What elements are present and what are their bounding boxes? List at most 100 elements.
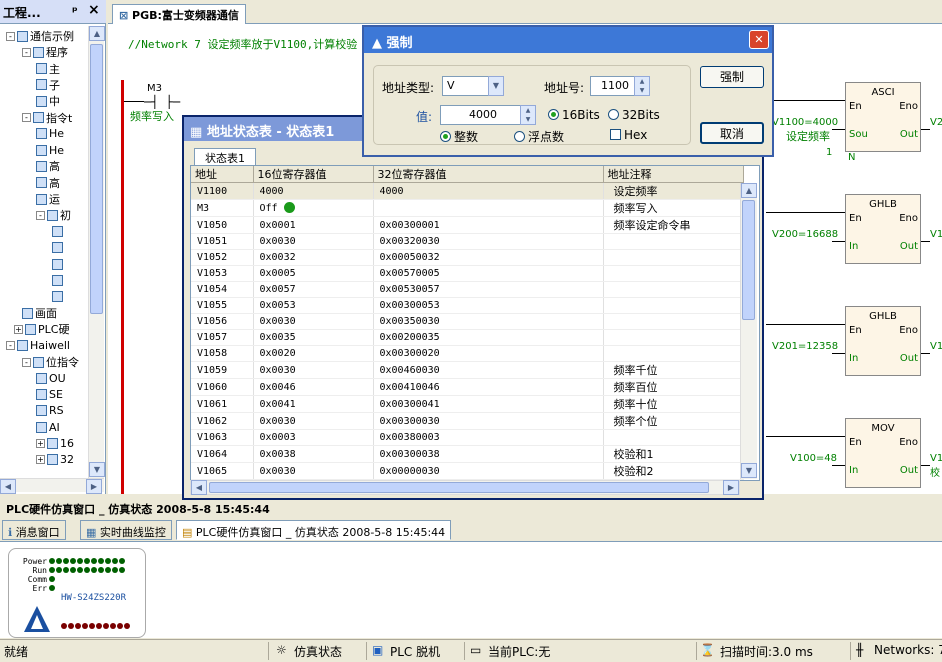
scroll-down-icon[interactable]: ▼	[89, 462, 105, 477]
scroll-right-icon[interactable]: ▶	[723, 480, 739, 495]
col-comment[interactable]: 地址注释	[603, 166, 744, 183]
tree-item[interactable]: RS	[36, 404, 64, 418]
pin-icon[interactable]: ᵖ	[72, 4, 78, 18]
project-tree-vscroll[interactable]: ▲ ▼	[88, 26, 105, 478]
tree-item[interactable]: - 指令t	[22, 111, 72, 125]
table-row[interactable]: V1061 0x0041 0x00300041 频率十位	[191, 395, 744, 413]
table-row[interactable]: V1051 0x0030 0x00320030	[191, 233, 744, 250]
tree-item[interactable]: -初	[36, 208, 71, 222]
tree-item[interactable]: 高	[36, 176, 60, 190]
close-button[interactable]: ✕	[749, 30, 769, 49]
function-block-ghlb[interactable]: GHLB En Eno In Out	[845, 306, 921, 376]
function-block-ghlb[interactable]: GHLB En Eno In Out	[845, 194, 921, 264]
table-row[interactable]: V1062 0x0030 0x00300030 频率个位	[191, 412, 744, 430]
table-row[interactable]: M3 Off 频率写入	[191, 199, 744, 217]
scroll-right-icon[interactable]: ▶	[86, 479, 102, 494]
col-32bit[interactable]: 32位寄存器值	[373, 166, 604, 183]
table-row[interactable]: V1060 0x0046 0x00410046 频率百位	[191, 378, 744, 396]
radio-integer[interactable]: 整数	[440, 128, 478, 145]
col-address[interactable]: 地址	[191, 166, 254, 183]
tree-item[interactable]	[52, 274, 65, 288]
tree-item[interactable]	[52, 290, 65, 304]
function-block-asci[interactable]: ASCI En Eno Sou Out	[845, 82, 921, 152]
table-row[interactable]: V1063 0x0003 0x00380003	[191, 429, 744, 446]
scroll-up-icon[interactable]: ▲	[89, 26, 105, 41]
tab-message-window[interactable]: ℹ 消息窗口	[2, 520, 66, 540]
close-icon[interactable]: ×	[88, 2, 100, 18]
tree-item[interactable]: + PLC硬	[14, 322, 69, 336]
tree-item[interactable]: 子	[36, 78, 60, 92]
expand-icon[interactable]: +	[36, 455, 45, 465]
tree-item[interactable]: SE	[36, 388, 63, 402]
tree-item[interactable]: OU	[36, 371, 66, 385]
addr-no-input[interactable]: 1100	[590, 76, 640, 96]
address-table-hscroll[interactable]: ◀ ▶	[190, 480, 740, 495]
scroll-thumb[interactable]	[90, 44, 103, 314]
scroll-thumb[interactable]	[209, 482, 709, 493]
table-row[interactable]: V1050 0x0001 0x00300001 频率设定命令串	[191, 216, 744, 234]
expand-icon[interactable]: +	[14, 324, 23, 334]
radio-float[interactable]: 浮点数	[514, 128, 564, 145]
scroll-down-icon[interactable]: ▼	[741, 463, 757, 478]
tree-item[interactable]: - 通信示例	[6, 29, 74, 43]
table-row[interactable]: V1054 0x0057 0x00530057	[191, 281, 744, 298]
cancel-button[interactable]: 取消	[700, 122, 764, 144]
addr-no-spinner[interactable]: ▲ ▼	[634, 76, 650, 96]
scroll-up-icon[interactable]: ▲	[741, 183, 757, 198]
radio-32bits[interactable]: 32Bits	[608, 108, 660, 122]
collapse-icon[interactable]: -	[36, 210, 45, 220]
tree-item[interactable]: - 位指令	[22, 355, 79, 369]
force-dialog[interactable]: ▲ 强制 ✕ 地址类型: V ▼ 地址号: 1100 ▲ ▼ 值: 4000 ▲ ▼…	[362, 25, 774, 157]
collapse-icon[interactable]: -	[22, 357, 31, 367]
collapse-icon[interactable]: -	[6, 31, 15, 41]
address-table-vscroll[interactable]: ▲ ▼	[740, 183, 757, 479]
table-row[interactable]: V1100 4000 4000 设定频率	[191, 182, 744, 200]
tree-item[interactable]	[52, 225, 65, 239]
scroll-thumb[interactable]	[742, 200, 755, 320]
contact-symbol[interactable]: ─┤ ├─	[144, 95, 180, 109]
table-row[interactable]: V1064 0x0038 0x00300038 校验和1	[191, 445, 744, 463]
chevron-down-icon[interactable]: ▼	[488, 76, 504, 96]
scroll-left-icon[interactable]: ◀	[191, 480, 207, 495]
tree-item[interactable]: 主	[36, 62, 60, 76]
value-input[interactable]: 4000	[440, 105, 526, 125]
project-tree-hscroll[interactable]: ◀ ▶	[0, 478, 104, 494]
hex-checkbox[interactable]: Hex	[610, 128, 647, 142]
table-row[interactable]: V1055 0x0053 0x00300053	[191, 297, 744, 314]
tree-item[interactable]: +16	[36, 437, 74, 451]
collapse-icon[interactable]: -	[6, 341, 15, 351]
collapse-icon[interactable]: -	[22, 113, 31, 122]
collapse-icon[interactable]: -	[22, 47, 31, 57]
tree-item[interactable]: - Haiwell	[6, 339, 70, 353]
tree-item[interactable]	[52, 257, 65, 271]
col-16bit[interactable]: 16位寄存器值	[253, 166, 374, 183]
table-row[interactable]: V1058 0x0020 0x00300020	[191, 345, 744, 362]
tab-status-table-1[interactable]: 状态表1	[194, 148, 256, 165]
tab-plc-simulation[interactable]: ▤ PLC硬件仿真窗口 _ 仿真状态 2008-5-8 15:45:44	[176, 520, 452, 540]
radio-16bits[interactable]: 16Bits	[548, 108, 600, 122]
value-spinner[interactable]: ▲ ▼	[520, 105, 536, 125]
table-row[interactable]: V1056 0x0030 0x00350030	[191, 313, 744, 330]
expand-icon[interactable]: +	[36, 439, 45, 448]
tree-item[interactable]	[52, 241, 65, 255]
tree-item[interactable]: 高	[36, 159, 60, 173]
table-row[interactable]: V1065 0x0030 0x00000030 校验和2	[191, 462, 744, 480]
tree-item[interactable]: He	[36, 143, 64, 157]
address-status-window[interactable]: ▦ 地址状态表 - 状态表1 状态表1 地址 16位寄存器值 32位寄存器值 地…	[182, 115, 764, 500]
tree-item[interactable]: AI	[36, 420, 60, 434]
tree-item[interactable]: 中	[36, 94, 60, 108]
tree-item[interactable]: 画面	[22, 306, 57, 320]
table-row[interactable]: V1053 0x0005 0x00570005	[191, 265, 744, 282]
tree-item[interactable]: +32	[36, 453, 74, 467]
tree-item[interactable]: 运	[36, 192, 60, 206]
tree-item[interactable]: - 程序	[22, 45, 68, 59]
function-block-mov[interactable]: MOV En Eno In Out	[845, 418, 921, 488]
plc-device[interactable]: Power Run Comm Err HW-S24ZS220R	[8, 548, 146, 638]
document-tab[interactable]: ⊠ PGB:富士变频器通信	[112, 4, 246, 24]
table-row[interactable]: V1052 0x0032 0x00050032	[191, 249, 744, 266]
tree-item[interactable]: He	[36, 127, 64, 141]
table-row[interactable]: V1057 0x0035 0x00200035	[191, 329, 744, 346]
force-button[interactable]: 强制	[700, 66, 764, 88]
scroll-left-icon[interactable]: ◀	[0, 479, 16, 494]
tab-realtime-curve[interactable]: ▦ 实时曲线监控	[80, 520, 172, 540]
